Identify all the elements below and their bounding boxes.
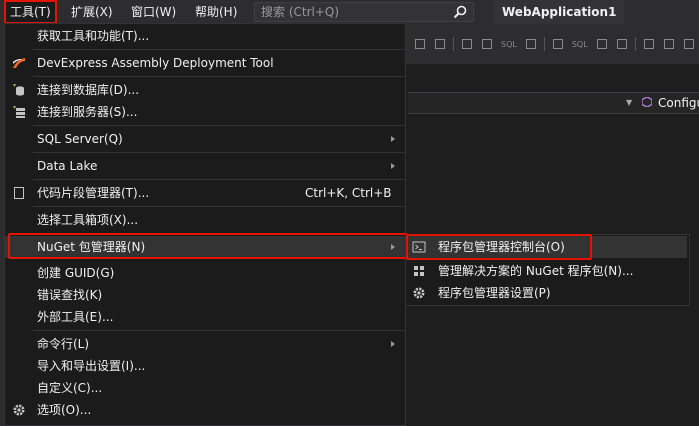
submenu-arrow-icon: [391, 341, 395, 347]
menu-item-customize[interactable]: 自定义(C)...: [5, 377, 405, 399]
menu-separator: [33, 125, 405, 126]
gear-icon: [413, 287, 425, 299]
devexpress-icon: [13, 58, 25, 68]
menu-item-data-lake[interactable]: Data Lake: [5, 155, 405, 177]
table-icon[interactable]: [616, 39, 627, 49]
menu-item-label: 选择工具箱项(X)...: [37, 213, 139, 227]
grid-icon[interactable]: [435, 39, 445, 49]
menu-item-sql-server[interactable]: SQL Server(Q): [5, 128, 405, 150]
menu-item-label: 获取工具和功能(T)...: [37, 29, 150, 43]
menu-separator: [33, 49, 405, 50]
search-icon[interactable]: [453, 5, 467, 19]
menu-help[interactable]: 帮助(H): [195, 0, 237, 24]
menu-item-label: Data Lake: [37, 159, 98, 173]
grid-icon[interactable]: [525, 39, 536, 49]
menu-item-error-lookup[interactable]: 错误查找(K): [5, 284, 405, 306]
tools-menu: 获取工具和功能(T)... DevExpress Assembly Deploy…: [4, 23, 408, 426]
image-icon[interactable]: [462, 39, 472, 49]
server-connect-icon: [13, 106, 25, 118]
menu-item-label: 代码片段管理器(T)...: [37, 186, 150, 200]
toolbar-separator: [453, 37, 454, 51]
list-icon[interactable]: [482, 39, 492, 49]
toolbar-separator: [634, 37, 636, 51]
toolbar-separator: [543, 37, 545, 51]
submenu-item-package-settings[interactable]: 程序包管理器设置(P): [405, 282, 688, 304]
menu-separator: [33, 330, 405, 331]
menu-item-devexpress-deploy[interactable]: DevExpress Assembly Deployment Tool: [5, 52, 405, 74]
menu-tools[interactable]: 工具(T): [4, 0, 57, 24]
menu-item-command-line[interactable]: 命令行(L): [5, 333, 405, 355]
menu-item-label: 自定义(C)...: [37, 381, 103, 395]
menu-item-create-guid[interactable]: 创建 GUID(G): [5, 262, 405, 284]
menu-item-label: 外部工具(E)...: [37, 310, 114, 324]
highlight-box-nuget: [8, 233, 408, 259]
menu-item-label: 连接到服务器(S)...: [37, 105, 138, 119]
sql-icon[interactable]: SQL: [501, 40, 517, 49]
query-icon[interactable]: [552, 39, 563, 49]
menu-item-options[interactable]: 选项(O)...: [5, 399, 405, 421]
menu-item-import-export[interactable]: 导入和导出设置(I)...: [5, 355, 405, 377]
submenu-item-label: 程序包管理器设置(P): [438, 286, 551, 300]
menu-item-external-tools[interactable]: 外部工具(E)...: [5, 306, 405, 328]
config-dropdown[interactable]: Configu: [658, 93, 699, 113]
table-icon[interactable]: [643, 39, 654, 49]
menu-separator: [33, 76, 405, 77]
search-placeholder: 搜索 (Ctrl+Q): [261, 5, 340, 19]
table-icon[interactable]: [663, 39, 674, 49]
window-icon[interactable]: [683, 39, 694, 49]
menu-item-label: 导入和导出设置(I)...: [37, 359, 146, 373]
menu-item-connect-server[interactable]: 连接到服务器(S)...: [5, 101, 405, 123]
table-icon[interactable]: [415, 39, 425, 49]
table-icon[interactable]: [596, 39, 607, 49]
menu-item-snippet-manager[interactable]: 代码片段管理器(T)... Ctrl+K, Ctrl+B: [5, 182, 405, 204]
menu-item-get-tools[interactable]: 获取工具和功能(T)...: [5, 25, 405, 47]
menu-separator: [33, 206, 405, 207]
dropdown-arrow-icon[interactable]: ▼: [626, 93, 632, 113]
menu-item-shortcut: Ctrl+K, Ctrl+B: [305, 186, 392, 200]
highlight-box-package-console: [406, 234, 592, 260]
submenu-arrow-icon: [391, 163, 395, 169]
snippet-icon: [14, 187, 24, 199]
submenu-arrow-icon: [391, 136, 395, 142]
menu-separator: [33, 179, 405, 180]
menu-item-label: 命令行(L): [37, 337, 90, 351]
package-icon: [414, 266, 424, 276]
menu-item-connect-database[interactable]: 连接到数据库(D)...: [5, 79, 405, 101]
search-box[interactable]: 搜索 (Ctrl+Q): [254, 2, 474, 22]
menu-item-label: 连接到数据库(D)...: [37, 83, 140, 97]
database-connect-icon: [13, 84, 24, 96]
menu-item-label: 创建 GUID(G): [37, 266, 115, 280]
menu-item-label: 错误查找(K): [37, 288, 103, 302]
menu-bar: 工具(T) 扩展(X) 窗口(W) 帮助(H) 搜索 (Ctrl+Q) WebA…: [0, 0, 699, 24]
app-title: WebApplication1: [494, 0, 625, 24]
toolbar-icons: SQL SQL: [410, 34, 699, 54]
submenu-item-manage-packages[interactable]: 管理解决方案的 NuGet 程序包(N)...: [405, 260, 688, 282]
cube-icon: [642, 97, 652, 107]
menu-separator: [33, 152, 405, 153]
sql-icon[interactable]: SQL: [572, 40, 588, 49]
menu-item-choose-toolbox[interactable]: 选择工具箱项(X)...: [5, 209, 405, 231]
menu-item-label: DevExpress Assembly Deployment Tool: [37, 56, 274, 70]
submenu-item-label: 管理解决方案的 NuGet 程序包(N)...: [438, 264, 634, 278]
menu-window[interactable]: 窗口(W): [131, 0, 176, 24]
menu-item-label: SQL Server(Q): [37, 132, 123, 146]
menu-extensions[interactable]: 扩展(X): [71, 0, 113, 24]
menu-item-label: 选项(O)...: [37, 403, 92, 417]
gear-icon: [13, 404, 25, 416]
navigation-bar: ▼ Configu: [408, 92, 699, 114]
